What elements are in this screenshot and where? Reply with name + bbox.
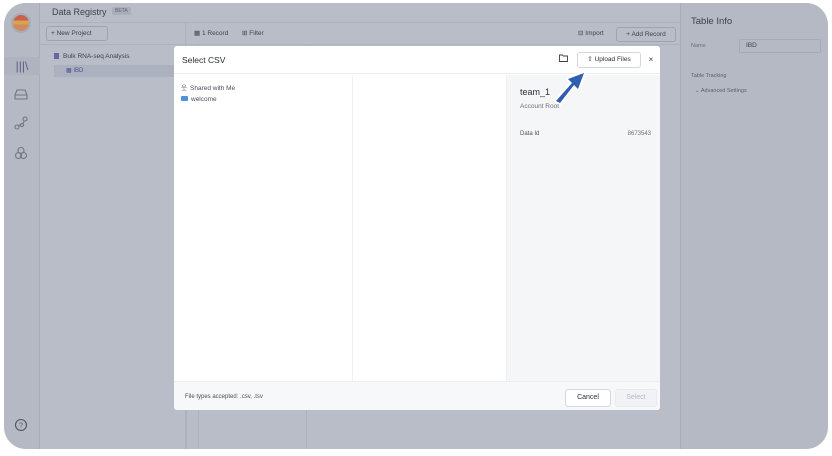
project-list: Bulk RNA-seq Analysis ▦ IBD	[40, 45, 186, 449]
table-label: IBD	[73, 68, 84, 74]
help-icon[interactable]: ?	[12, 418, 30, 436]
upload-icon: ⇧	[587, 56, 595, 63]
import-button[interactable]: ⊟ Import	[578, 29, 604, 37]
top-bar: Data Registry BETA	[40, 3, 680, 23]
new-project-button[interactable]: + New Project	[46, 26, 108, 41]
details-title: team_1	[520, 87, 551, 97]
svg-text:?: ?	[19, 423, 23, 430]
app-title: Data Registry	[52, 7, 107, 17]
table-toolbar: ▦ 1 Record ⊞ Filter ⊟ Import + Add Recor…	[186, 23, 680, 45]
panel-title: Table Info	[691, 16, 733, 27]
name-label: Name	[691, 43, 706, 49]
records-count: ▦ 1 Record	[194, 30, 229, 37]
grid-icon: ▦	[194, 30, 202, 37]
beta-badge: BETA	[112, 7, 131, 15]
apps-icon[interactable]	[12, 146, 30, 164]
advanced-settings-toggle[interactable]: ⌄ Advanced Settings	[695, 88, 747, 94]
nav-rail: |||\ ?	[4, 3, 40, 449]
details-panel: team_1 Account Root Data Id 8673543	[507, 75, 660, 381]
file-browser-column-empty	[353, 75, 507, 381]
workflow-icon[interactable]	[12, 116, 30, 134]
select-button[interactable]: Select	[615, 389, 657, 407]
users-icon: 웃	[181, 85, 187, 92]
upload-files-button[interactable]: ⇧ Upload Files	[577, 52, 641, 68]
data-id-value: 8673543	[627, 131, 651, 137]
pointer-arrow-icon	[554, 71, 586, 105]
list-item-shared[interactable]: 웃 Shared with Me	[181, 82, 235, 92]
file-types-note: File types accepted: .csv, .tsv	[185, 394, 263, 400]
dialog-title: Select CSV	[182, 55, 226, 65]
table-info-panel: Table Info Name IBD Table Tracking ⌄ Adv…	[680, 3, 828, 449]
folder-icon	[558, 54, 568, 62]
close-button[interactable]: ×	[646, 54, 656, 66]
project-toolbar: + New Project	[40, 23, 186, 45]
app-logo[interactable]	[11, 13, 31, 33]
file-browser-column: 웃 Shared with Me welcome	[174, 75, 353, 381]
library-icon[interactable]: |||\	[4, 57, 40, 75]
new-folder-button[interactable]	[557, 54, 569, 66]
app-window: |||\ ? Data Registry BETA + New Project …	[4, 3, 828, 449]
cancel-button[interactable]: Cancel	[565, 389, 611, 407]
project-item[interactable]: Bulk RNA-seq Analysis	[54, 53, 129, 60]
table-item-ibd[interactable]: ▦ IBD	[54, 65, 186, 77]
project-icon	[54, 53, 59, 59]
table-tracking-label: Table Tracking	[691, 73, 727, 79]
list-item-welcome[interactable]: welcome	[181, 96, 217, 103]
data-id-label: Data Id	[520, 131, 540, 137]
dialog-footer: File types accepted: .csv, .tsv Cancel S…	[174, 381, 660, 410]
project-label: Bulk RNA-seq Analysis	[63, 53, 130, 60]
drive-icon[interactable]	[12, 87, 30, 105]
filter-button[interactable]: ⊞ Filter	[242, 29, 264, 37]
name-field[interactable]: IBD	[739, 39, 821, 53]
add-record-button[interactable]: + Add Record	[616, 27, 676, 42]
folder-icon	[181, 96, 188, 101]
